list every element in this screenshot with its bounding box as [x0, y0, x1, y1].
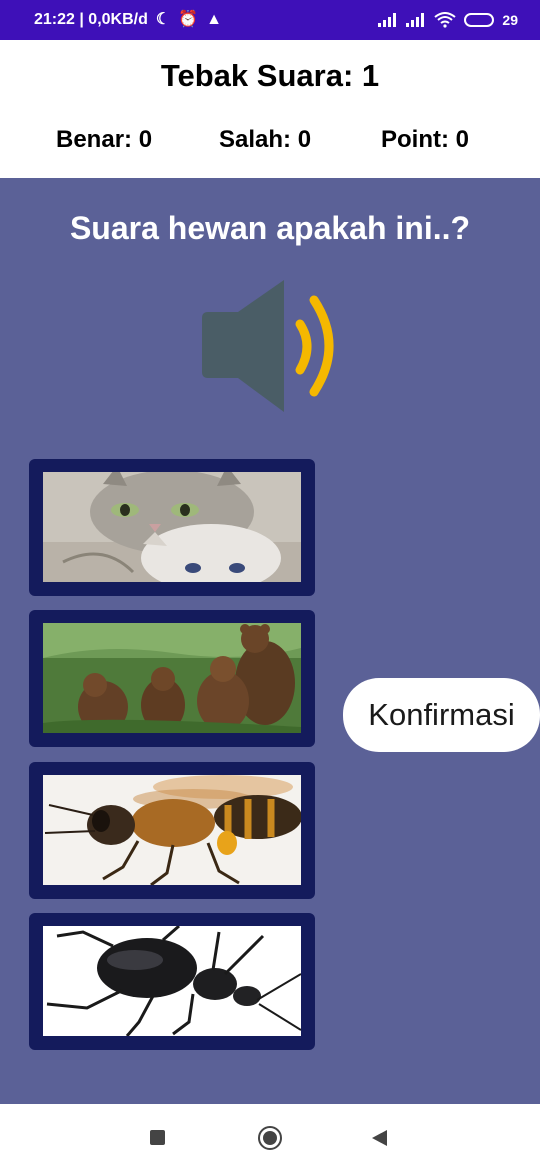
signal-icon [378, 13, 397, 27]
bear-image [43, 623, 301, 733]
battery-icon [464, 13, 495, 27]
choice-beetle[interactable] [29, 913, 315, 1050]
navigation-bar [0, 1104, 540, 1170]
signal-icon [406, 13, 425, 27]
cat-image [43, 472, 301, 582]
page-title: Tebak Suara: 1 [160, 58, 380, 93]
alarm-icon: ⏰ [178, 11, 199, 28]
score-point: Point: 0 [381, 126, 469, 153]
speaker-icon[interactable] [198, 278, 344, 414]
quiz-area: Suara hewan apakah ini..? Konfirmasi [0, 178, 540, 1104]
score-benar: Benar: 0 [56, 126, 153, 153]
beetle-image [43, 926, 301, 1036]
status-right: 29 [378, 12, 518, 28]
bee-image [43, 775, 301, 885]
question-text: Suara hewan apakah ini..? [69, 210, 471, 246]
choice-cat[interactable] [29, 459, 315, 596]
status-left: 21:22 | 0,0KB/d ☾ ⏰ ▲ [34, 11, 222, 29]
battery-percent: 29 [502, 12, 518, 28]
header: Tebak Suara: 1 Benar: 0 Salah: 0 Point: … [0, 40, 540, 178]
status-time: 21:22 | 0,0KB/d [34, 11, 148, 28]
moon-icon: ☾ [155, 11, 171, 28]
choice-bear[interactable] [29, 610, 315, 747]
confirm-button[interactable]: Konfirmasi [343, 678, 540, 752]
wifi-icon [434, 12, 457, 28]
status-bar: 21:22 | 0,0KB/d ☾ ⏰ ▲ 29 [0, 0, 540, 40]
home-icon[interactable] [258, 1126, 282, 1150]
recent-apps-icon[interactable] [150, 1130, 165, 1145]
choice-bee[interactable] [29, 762, 315, 899]
warning-icon: ▲ [206, 11, 222, 28]
back-icon[interactable] [372, 1130, 387, 1146]
score-salah: Salah: 0 [219, 126, 312, 153]
